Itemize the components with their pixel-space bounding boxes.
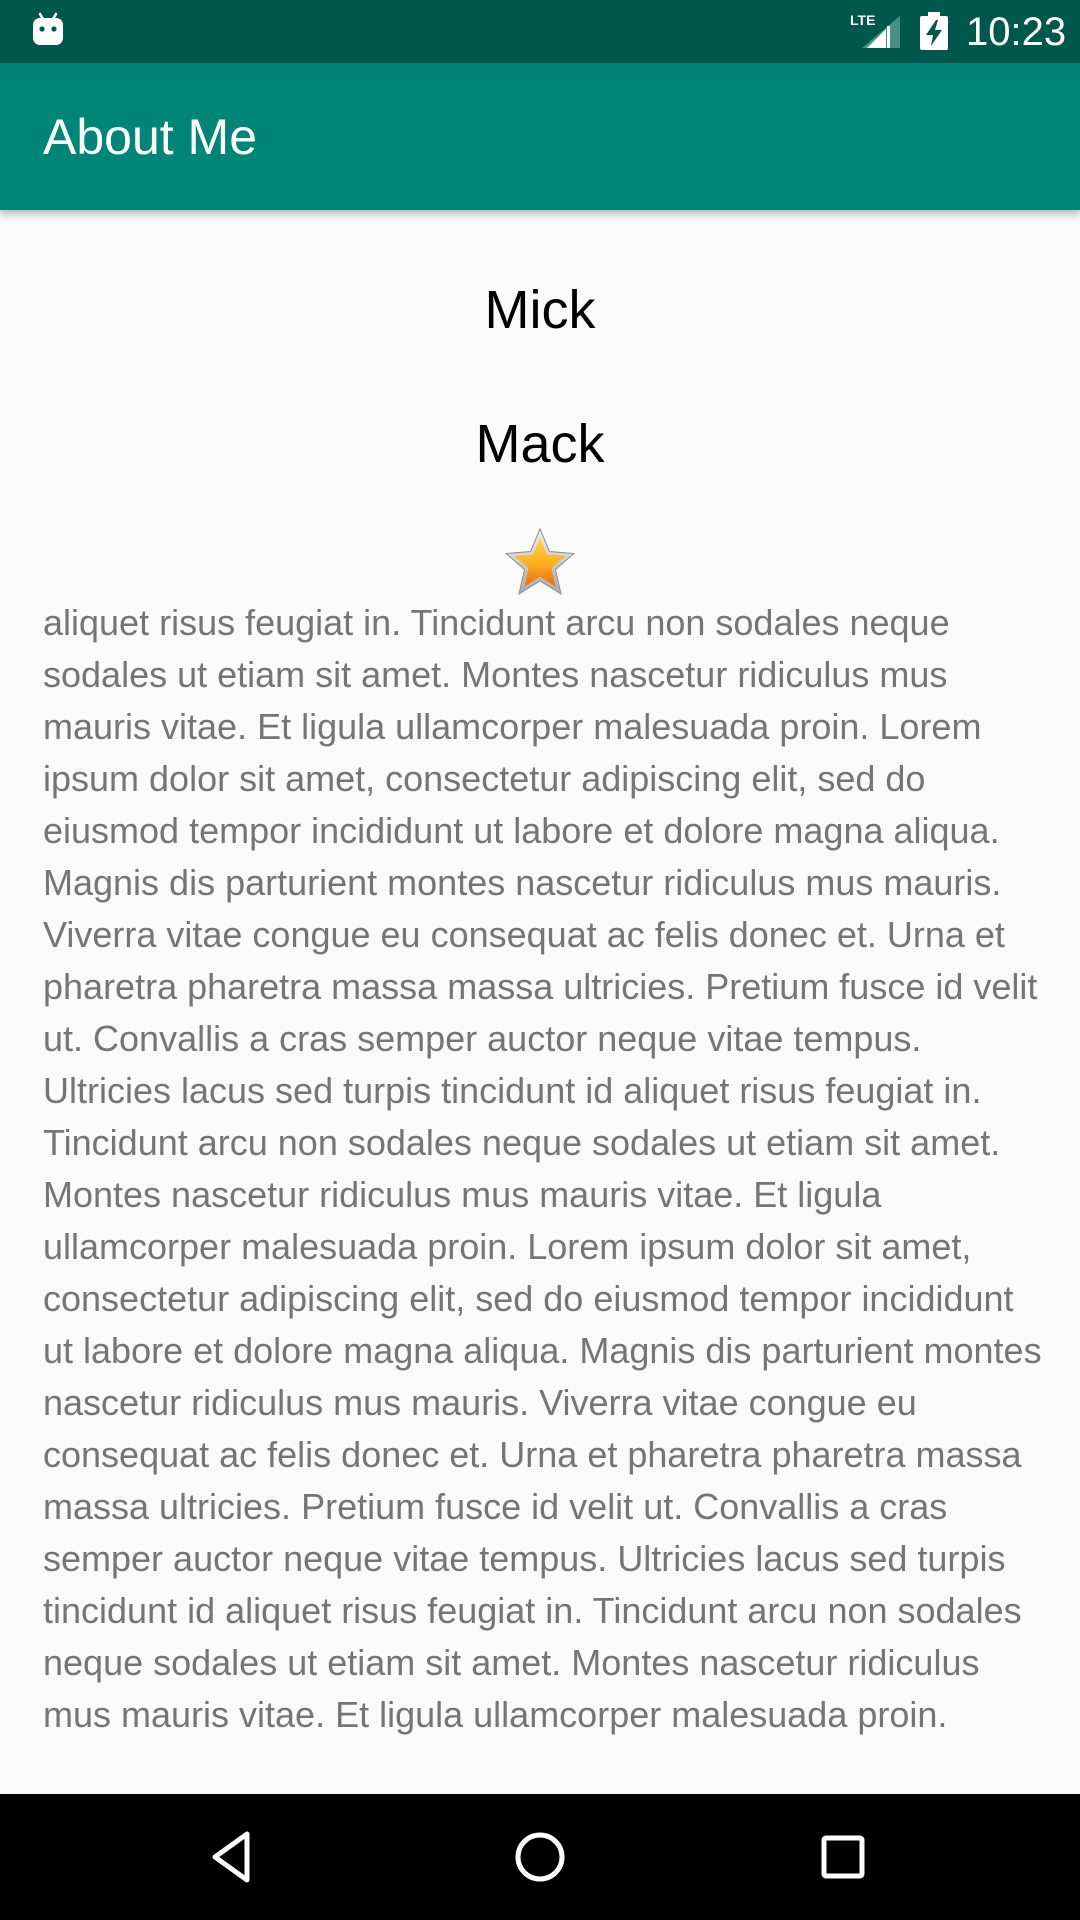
first-name: Mick [484,280,596,340]
recents-icon[interactable] [810,1824,876,1890]
screen: LTE 10:23 About Me Mick Mack aliquet ris… [0,0,1080,1920]
battery-charging-icon [920,12,948,50]
profile-content[interactable]: Mick Mack aliquet risus feugiat in. Tinc… [0,210,1080,1794]
app-title: About Me [43,109,258,165]
lte-signal-icon: LTE [850,12,900,48]
navigation-bar [0,1794,1080,1920]
back-icon[interactable] [203,1824,269,1890]
home-icon[interactable] [507,1824,573,1890]
app-bar: About Me [0,63,1080,210]
svg-text:LTE: LTE [850,12,875,28]
bio-text: aliquet risus feugiat in. Tincidunt arcu… [43,602,1042,1735]
clock: 10:23 [966,10,1067,54]
last-name: Mack [475,414,605,474]
android-icon [33,12,63,45]
status-bar: LTE 10:23 [0,0,1080,63]
star-icon [505,528,575,596]
